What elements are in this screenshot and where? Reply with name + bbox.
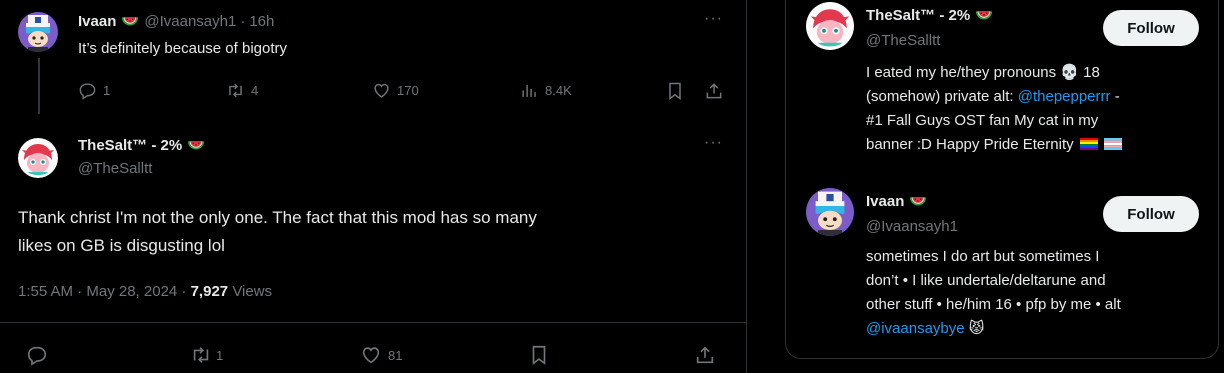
bio-text: banner :D Happy Pride Eternity [866, 136, 1074, 153]
reply-author-row: Ivaan @Ivaansayh1 · 16h [78, 12, 274, 30]
reply-icon [26, 344, 48, 366]
bio-mention-link[interactable]: @ivaansaybye [866, 320, 965, 337]
repost-count: 4 [251, 83, 259, 98]
follow-button[interactable]: Follow [1103, 10, 1199, 46]
bio-text: other stuff • he/him 16 • pfp by me • al… [866, 296, 1121, 313]
watermelon-icon [974, 6, 994, 24]
avatar-ivaan[interactable] [18, 12, 58, 52]
card-bio: I eated my he/they pronouns 💀 18 (someho… [866, 61, 1196, 157]
repost-icon [226, 81, 245, 100]
bio-text: don’t • I like undertale/deltarune and [866, 272, 1106, 289]
main-tweet-text: Thank christ I'm not the only one. The f… [18, 204, 718, 260]
main-repost-count: 1 [216, 347, 224, 363]
bio-text: I eated my he/they pronouns [866, 64, 1057, 81]
watermelon-icon [908, 192, 928, 210]
avatar-ivaan[interactable] [806, 188, 854, 236]
bio-text: (somehow) private alt: [866, 88, 1014, 105]
card-author-row: TheSalt™ - 2% [866, 6, 994, 24]
card-author-handle[interactable]: @Ivaansayh1 [866, 218, 958, 235]
tweet-timestamp[interactable]: 1:55 AM · May 28, 2024 · [18, 283, 186, 300]
tweet-meta: 1:55 AM · May 28, 2024 · 7,927 Views [18, 283, 272, 300]
bio-text: 18 [1083, 64, 1100, 81]
rainbow-flag-icon [1079, 138, 1098, 150]
reply-count: 1 [103, 83, 111, 98]
bio-mention-link[interactable]: @thepepperrr [1018, 88, 1111, 105]
bio-text: - [1114, 88, 1120, 105]
like-count: 170 [397, 83, 419, 98]
card-author-handle[interactable]: @TheSalltt [866, 32, 940, 49]
main-reply-button[interactable] [26, 344, 54, 366]
card-author-name[interactable]: Ivaan [866, 193, 904, 210]
card-author-name[interactable]: TheSalt™ - 2% [866, 7, 970, 24]
share-icon[interactable] [704, 81, 724, 101]
repost-button[interactable]: 4 [226, 81, 258, 100]
reply-author-handle[interactable]: @Ivaansayh1 [144, 13, 236, 30]
more-icon[interactable]: ··· [704, 10, 723, 28]
bookmark-icon[interactable] [665, 81, 685, 101]
watermelon-icon [186, 136, 206, 154]
reply-time[interactable]: 16h [249, 13, 274, 30]
main-like-button[interactable]: 81 [360, 344, 402, 366]
like-button[interactable]: 170 [372, 81, 419, 100]
skull-icon: 💀 [1060, 64, 1079, 81]
views-button[interactable]: 8.4K [520, 81, 572, 100]
divider [0, 322, 746, 323]
tweet-thread: Ivaan @Ivaansayh1 · 16h ··· It’s definit… [0, 0, 747, 373]
share-icon[interactable] [694, 344, 716, 366]
main-tweet-text-line: likes on GB is disgusting lol [18, 236, 225, 255]
views-icon [520, 81, 539, 100]
relevant-people-card: TheSalt™ - 2% @TheSalltt Follow I eated … [785, 0, 1219, 359]
main-repost-button[interactable]: 1 [190, 344, 223, 366]
like-icon [360, 344, 382, 366]
main-author-handle[interactable]: @TheSalltt [78, 160, 152, 177]
card-author-row: Ivaan [866, 192, 928, 210]
follow-button[interactable]: Follow [1103, 196, 1199, 232]
reply-text: It’s definitely because of bigotry [78, 40, 288, 57]
like-icon [372, 81, 391, 100]
reply-button[interactable]: 1 [78, 81, 110, 100]
views-label: Views [232, 283, 273, 300]
main-tweet-text-line: Thank christ I'm not the only one. The f… [18, 208, 537, 227]
card-bio: sometimes I do art but sometimes I don’t… [866, 245, 1196, 341]
bio-text: #1 Fall Guys OST fan My cat in my [866, 112, 1099, 129]
avatar-thesalt[interactable] [806, 2, 854, 50]
views-count: 8.4K [545, 83, 572, 98]
main-like-count: 81 [388, 347, 403, 363]
cat-emoji-icon: 😾 [968, 320, 985, 337]
main-author-name[interactable]: TheSalt™ - 2% [78, 137, 182, 154]
watermelon-icon [120, 12, 140, 30]
separator-dot: · [240, 12, 246, 30]
thread-connector-line [38, 58, 40, 114]
reply-icon [78, 81, 97, 100]
views-total: 7,927 [190, 283, 229, 300]
avatar-thesalt[interactable] [18, 138, 58, 178]
bookmark-icon[interactable] [528, 344, 550, 366]
more-icon[interactable]: ··· [704, 134, 723, 152]
trans-flag-icon [1103, 138, 1122, 150]
bio-text: sometimes I do art but sometimes I [866, 248, 1100, 265]
repost-icon [190, 344, 212, 366]
main-author-row: TheSalt™ - 2% [78, 136, 206, 154]
reply-author-name[interactable]: Ivaan [78, 13, 116, 30]
